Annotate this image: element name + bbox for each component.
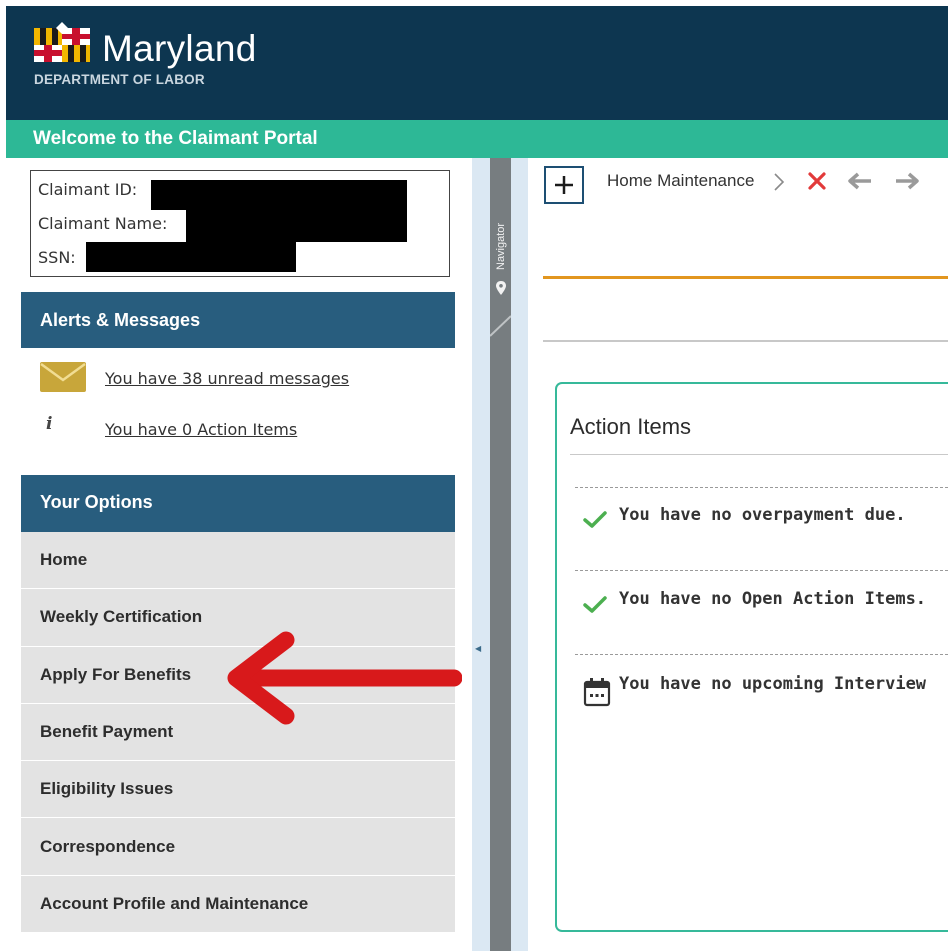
unread-messages-link[interactable]: You have 38 unread messages xyxy=(105,369,349,388)
maryland-flag-icon xyxy=(34,22,90,62)
chevron-right-icon xyxy=(774,173,785,191)
tab-home-maintenance[interactable]: Home Maintenance xyxy=(607,171,754,191)
welcome-title: Welcome to the Claimant Portal xyxy=(33,128,318,149)
claimant-name-label: Claimant Name: xyxy=(38,214,168,233)
envelope-icon xyxy=(40,362,86,392)
welcome-bar: Welcome to the Claimant Portal xyxy=(6,120,948,158)
arrow-right-icon[interactable] xyxy=(892,171,922,191)
content-divider xyxy=(543,340,948,342)
title-divider xyxy=(570,454,948,455)
redacted-claimant-id xyxy=(151,180,407,210)
option-account-profile[interactable]: Account Profile and Maintenance xyxy=(21,875,455,934)
checkmark-icon xyxy=(583,511,607,528)
navigator-strip[interactable] xyxy=(490,158,511,951)
left-splitter[interactable] xyxy=(472,158,490,951)
navigator-label[interactable]: Navigator xyxy=(495,223,507,270)
plus-icon xyxy=(555,176,573,194)
ssn-label: SSN: xyxy=(38,248,76,267)
action-items-title: Action Items xyxy=(570,414,692,439)
brand-name: Maryland xyxy=(102,28,257,69)
action-items-panel xyxy=(555,382,948,932)
alerts-panel-header: Alerts & Messages xyxy=(21,292,455,348)
tab-underline xyxy=(543,276,948,279)
action-item-text: You have no Open Action Items. xyxy=(619,589,927,609)
alerts-title: Alerts & Messages xyxy=(40,310,201,330)
option-correspondence[interactable]: Correspondence xyxy=(21,818,455,876)
close-icon[interactable] xyxy=(806,170,828,192)
arrow-left-icon[interactable] xyxy=(845,171,875,191)
add-tab-button[interactable] xyxy=(544,166,584,204)
checkmark-icon xyxy=(583,596,607,613)
options-panel-header: Your Options xyxy=(21,475,455,532)
row-divider xyxy=(575,654,948,655)
option-home[interactable]: Home xyxy=(21,532,455,590)
info-icon: i xyxy=(46,414,53,434)
option-eligibility-issues[interactable]: Eligibility Issues xyxy=(21,761,455,819)
claimant-info-box: Claimant ID: Claimant Name: SSN: xyxy=(30,170,450,277)
action-item-text: You have no upcoming Interview xyxy=(619,674,927,694)
row-divider xyxy=(575,570,948,571)
redacted-claimant-name xyxy=(186,210,407,242)
claimant-id-label: Claimant ID: xyxy=(38,180,138,199)
collapse-handle-icon[interactable]: ◀ xyxy=(475,644,481,653)
brand-subtitle: DEPARTMENT OF LABOR xyxy=(34,72,205,87)
map-pin-icon xyxy=(496,281,506,295)
options-menu: Home Weekly Certification Apply For Bene… xyxy=(21,532,455,934)
action-items-link[interactable]: You have 0 Action Items xyxy=(105,420,297,439)
red-arrow-icon xyxy=(227,631,462,725)
row-divider xyxy=(575,487,948,488)
action-item-text: You have no overpayment due. xyxy=(619,505,906,525)
options-title: Your Options xyxy=(40,492,153,512)
calendar-icon xyxy=(583,678,611,707)
right-splitter xyxy=(511,158,528,951)
redacted-ssn xyxy=(86,242,296,272)
